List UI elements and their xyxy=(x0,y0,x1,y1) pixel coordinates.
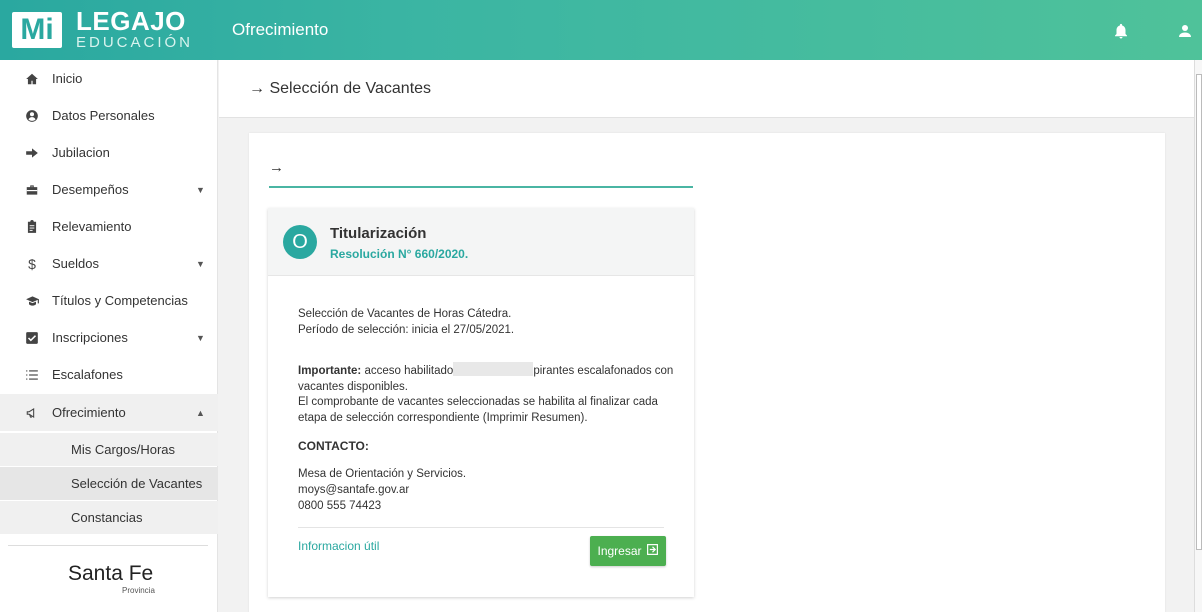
panel-divider xyxy=(269,186,693,188)
sidebar-subitem-constancias[interactable]: Constancias xyxy=(0,501,218,534)
main-panel: → O Titularización Resolución N° 660/202… xyxy=(249,133,1165,612)
sidebar-item-ofrecimiento[interactable]: Ofrecimiento ▲ xyxy=(0,394,218,431)
sidebar-item-escalafones[interactable]: Escalafones xyxy=(0,356,218,393)
contact-line-1: Mesa de Orientación y Servicios. xyxy=(298,468,467,480)
chevron-down-icon: ▼ xyxy=(196,258,205,269)
clipboard-icon xyxy=(24,219,40,235)
logo-legajo: LEGAJO xyxy=(76,6,186,36)
sidebar-item-datos-personales[interactable]: Datos Personales xyxy=(0,97,218,134)
sidebar-divider xyxy=(8,545,208,546)
arrow-right-icon xyxy=(24,145,40,161)
info-link[interactable]: Informacion útil xyxy=(298,539,379,553)
header-title: Ofrecimiento xyxy=(232,20,329,39)
bell-icon[interactable] xyxy=(1112,22,1130,40)
card-important: Importante: acceso habilitado pirantes es… xyxy=(298,362,678,395)
list-icon xyxy=(24,367,40,383)
sidebar-item-label: Sueldos xyxy=(52,256,99,271)
card-subtitle: Resolución N° 660/2020. xyxy=(330,247,469,261)
vertical-scrollbar[interactable] xyxy=(1194,60,1202,612)
important-text-a: acceso habilitado xyxy=(361,365,454,377)
top-header: Mi LEGAJO EDUCACIÓN Ofrecimiento xyxy=(0,0,1202,60)
contact-phone: 0800 555 74423 xyxy=(298,500,382,512)
brand-sub: Provincia xyxy=(122,586,155,595)
sidebar-item-label: Títulos y Competencias xyxy=(52,293,188,308)
sidebar: Inicio Datos Personales Jubilacion Desem… xyxy=(0,60,218,612)
card-header: O Titularización Resolución N° 660/2020. xyxy=(268,208,694,276)
user-icon[interactable] xyxy=(1176,22,1194,40)
sidebar-item-label: Ofrecimiento xyxy=(52,405,126,420)
sidebar-item-inicio[interactable]: Inicio xyxy=(0,60,218,97)
app-logo[interactable]: Mi LEGAJO EDUCACIÓN xyxy=(8,6,208,54)
redacted-text xyxy=(453,362,534,376)
card-avatar: O xyxy=(283,225,317,259)
sidebar-item-relevamiento[interactable]: Relevamiento xyxy=(0,208,218,245)
contact-email: moys@santafe.gov.ar xyxy=(298,484,410,496)
sidebar-subitem-label: Selección de Vacantes xyxy=(71,476,203,491)
sidebar-item-label: Inicio xyxy=(52,71,83,86)
user-circle-icon xyxy=(24,108,40,124)
checkbox-icon xyxy=(24,330,40,346)
chevron-down-icon: ▼ xyxy=(196,332,205,343)
card-title: Titularización xyxy=(330,225,427,242)
important-label: Importante: xyxy=(298,365,362,377)
sidebar-item-inscripciones[interactable]: Inscripciones ▼ xyxy=(0,319,218,356)
panel-arrow-icon: → xyxy=(269,159,284,176)
contact-heading: CONTACTO: xyxy=(298,439,369,453)
brand-logo: Santa Fe xyxy=(68,562,154,585)
sidebar-subitem-seleccion-vacantes[interactable]: Selección de Vacantes xyxy=(0,467,218,500)
page-title-bar: → Selección de Vacantes xyxy=(219,60,1195,118)
logo-educacion: EDUCACIÓN xyxy=(76,34,194,51)
card-note: El comprobante de vacantes seleccionadas… xyxy=(298,396,658,424)
card-divider xyxy=(298,527,664,528)
sidebar-item-desempenos[interactable]: Desempeños ▼ xyxy=(0,171,218,208)
graduation-cap-icon xyxy=(24,293,40,309)
sidebar-item-titulos[interactable]: Títulos y Competencias xyxy=(0,282,218,319)
scrollbar-thumb[interactable] xyxy=(1196,74,1202,550)
sidebar-item-label: Desempeños xyxy=(52,182,129,197)
dollar-icon: $ xyxy=(28,255,36,272)
sidebar-item-label: Relevamiento xyxy=(52,219,132,234)
page-title: → Selección de Vacantes xyxy=(249,80,432,97)
sidebar-subitem-label: Constancias xyxy=(71,510,143,525)
sidebar-item-label: Jubilacion xyxy=(52,145,110,160)
sidebar-subitem-label: Mis Cargos/Horas xyxy=(71,442,176,457)
logo-mi: Mi xyxy=(12,12,62,48)
ingresar-button[interactable]: Ingresar xyxy=(590,536,666,566)
titularizacion-card: O Titularización Resolución N° 660/2020.… xyxy=(268,208,694,597)
card-line-1: Selección de Vacantes de Horas Cátedra. xyxy=(298,308,512,320)
sidebar-item-label: Inscripciones xyxy=(52,330,128,345)
sidebar-subitem-mis-cargos[interactable]: Mis Cargos/Horas xyxy=(0,433,218,466)
megaphone-icon xyxy=(24,405,40,421)
sidebar-item-label: Datos Personales xyxy=(52,108,155,123)
sidebar-item-sueldos[interactable]: $ Sueldos ▼ xyxy=(0,245,218,282)
sidebar-item-label: Escalafones xyxy=(52,367,123,382)
home-icon xyxy=(24,71,40,87)
chevron-up-icon: ▲ xyxy=(196,407,205,418)
sidebar-item-jubilacion[interactable]: Jubilacion xyxy=(0,134,218,171)
login-icon xyxy=(646,543,659,559)
chevron-down-icon: ▼ xyxy=(196,184,205,195)
ingresar-label: Ingresar xyxy=(597,544,642,558)
briefcase-icon xyxy=(24,182,40,198)
card-line-2: Período de selección: inicia el 27/05/20… xyxy=(298,324,515,336)
